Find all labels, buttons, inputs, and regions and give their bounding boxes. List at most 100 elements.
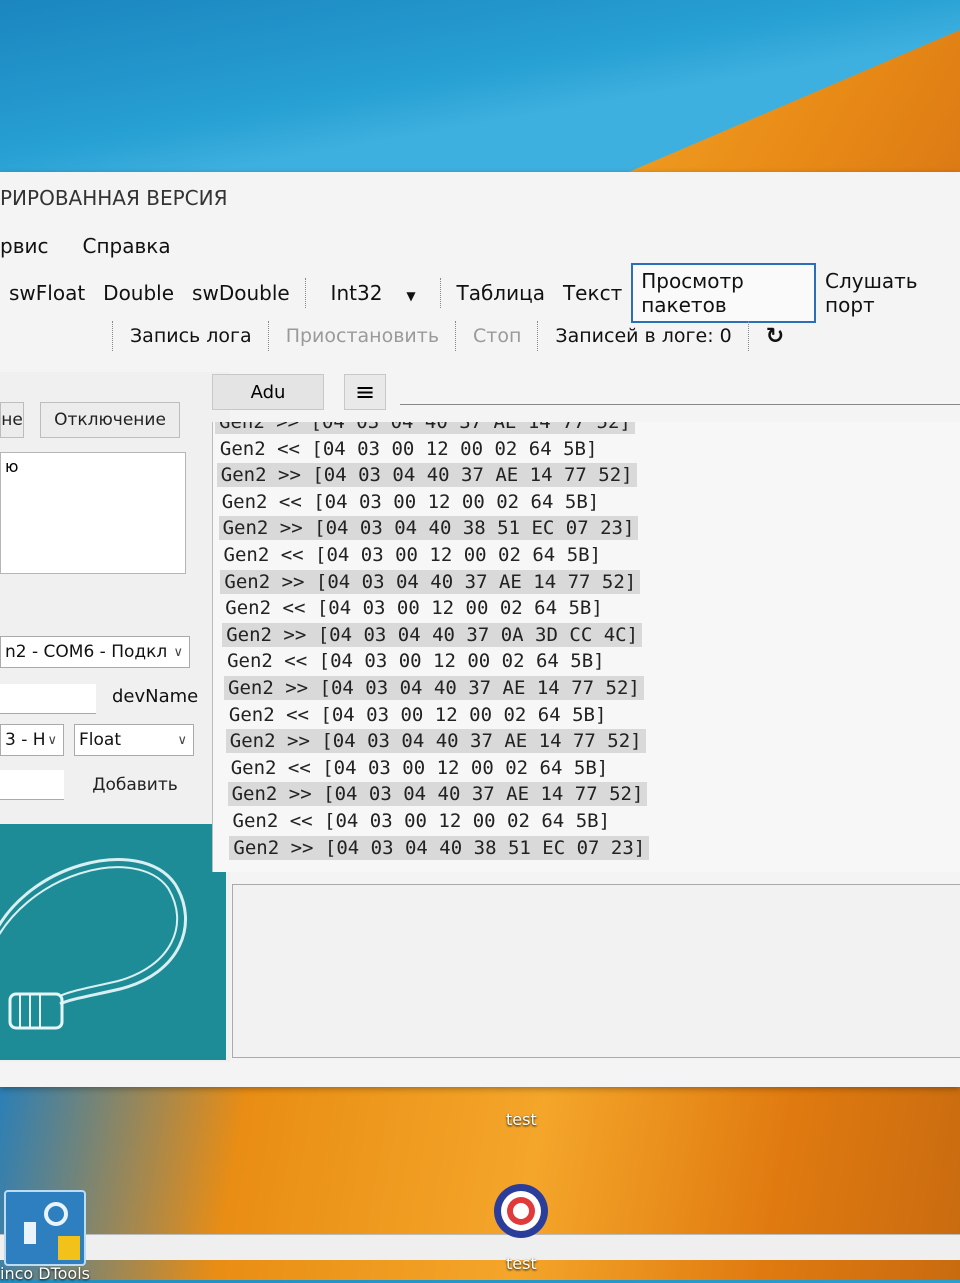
- log-bytes: [04 03 00 12 00 02 64 5B]: [316, 597, 603, 620]
- chevron-down-icon: ∨: [173, 644, 183, 660]
- menu-bar: рвис Справка: [0, 234, 171, 258]
- log-direction: >>: [275, 730, 322, 753]
- record-log-button[interactable]: Запись лога: [120, 325, 262, 347]
- log-source: Gen2: [219, 422, 265, 433]
- log-source: Gen2: [219, 437, 266, 460]
- stop-button[interactable]: Стоп: [463, 325, 531, 347]
- app-window: РИРОВАННАЯ ВЕРСИЯ рвис Справка swFloat D…: [0, 172, 960, 1260]
- tab-listen-port[interactable]: Слушать порт: [816, 269, 960, 317]
- tab-text[interactable]: Текст: [554, 281, 631, 305]
- disconnect-button[interactable]: Отключение: [40, 402, 180, 438]
- log-row: Gen2 >> [04 03 04 40 38 51 EC 07 23]: [229, 835, 650, 860]
- devname-label: devName: [112, 686, 199, 707]
- log-row: Gen2 << [04 03 00 12 00 02 64 5B]: [220, 543, 606, 567]
- log-bytes: [04 03 04 40 37 AE 14 77 52]: [323, 783, 644, 806]
- log-bytes: [04 03 04 40 37 0A 3D CC 4C]: [317, 623, 639, 646]
- log-direction: <<: [267, 490, 314, 513]
- toolbar-format: swFloat Double swDouble Int32 ▼ Таблица Т…: [0, 263, 960, 323]
- toolbar-separator: [267, 321, 270, 351]
- log-row: Gen2 >> [04 03 04 40 38 51 EC 07 23]: [218, 516, 639, 541]
- log-source: Gen2: [232, 810, 279, 832]
- log-bytes: [04 03 00 12 00 02 64 5B]: [322, 756, 609, 779]
- log-source: Gen2: [233, 836, 280, 859]
- log-direction: >>: [279, 836, 325, 859]
- toolbar-separator: [537, 321, 539, 351]
- log-row: Gen2 >> [04 03 04 40 37 0A 3D CC 4C]: [222, 622, 643, 647]
- log-source: Gen2: [230, 756, 277, 779]
- tab-packet-view[interactable]: Просмотр пакетов: [631, 263, 817, 323]
- log-source: Gen2: [220, 464, 267, 487]
- cable-illustration: [0, 858, 187, 1030]
- log-bytes: [04 03 04 40 37 AE 14 77 52]: [312, 464, 633, 487]
- packet-tab-bar: Adu ≡: [212, 374, 960, 410]
- log-source: Gen2: [226, 623, 272, 646]
- int32-dropdown[interactable]: Int32 ▼: [313, 281, 434, 305]
- log-direction: >>: [270, 570, 316, 593]
- log-source: Gen2: [224, 570, 271, 593]
- tab-adu[interactable]: Adu: [212, 374, 324, 410]
- window-title: РИРОВАННАЯ ВЕРСИЯ: [0, 186, 228, 210]
- refresh-icon[interactable]: ↻: [756, 324, 794, 349]
- log-bytes: [04 03 00 12 00 02 64 5B]: [318, 650, 605, 673]
- connect-button[interactable]: не: [0, 402, 24, 438]
- log-row: Gen2 >> [04 03 04 40 37 AE 14 77 52]: [224, 676, 644, 700]
- format-swfloat[interactable]: swFloat: [0, 281, 94, 305]
- log-bytes: [04 03 04 40 37 AE 14 77 52]: [321, 730, 642, 753]
- log-direction: <<: [278, 810, 325, 832]
- desktop-wallpaper-top: [0, 0, 960, 180]
- log-bytes: [04 03 04 40 37 AE 14 77 52]: [315, 570, 637, 593]
- tab-table[interactable]: Таблица: [448, 281, 554, 305]
- pause-button[interactable]: Приостановить: [276, 325, 449, 347]
- tab-underline: [400, 404, 960, 405]
- log-source: Gen2: [227, 650, 273, 673]
- chevron-down-icon: ∨: [177, 732, 187, 748]
- log-row: Gen2 << [04 03 00 12 00 02 64 5B]: [216, 437, 602, 461]
- devname-input[interactable]: [0, 684, 96, 714]
- log-row: Gen2 >> [04 03 04 40 37 AE 14 77 52]: [225, 729, 646, 754]
- add-button[interactable]: Добавить: [80, 770, 190, 800]
- log-bytes: [04 03 04 40 37 AE 14 77 52]: [310, 422, 631, 433]
- menu-service[interactable]: рвис: [0, 234, 48, 258]
- log-bytes: [04 03 00 12 00 02 64 5B]: [311, 437, 598, 460]
- toolbar-separator: [304, 278, 307, 308]
- port-select-value: n2 - COM6 - Подкл: [5, 642, 168, 662]
- desktop-label-test-top: test: [506, 1110, 537, 1129]
- output-panel: [232, 884, 960, 1058]
- register-select[interactable]: 3 - H ∨: [0, 724, 64, 756]
- type-select-value: Float: [79, 730, 121, 750]
- log-source: Gen2: [228, 677, 274, 699]
- int32-label: Int32: [330, 281, 383, 305]
- log-row: Gen2 >> [04 03 04 40 37 AE 14 77 52]: [215, 422, 635, 434]
- log-source: Gen2: [221, 490, 268, 513]
- log-row: Gen2 << [04 03 00 12 00 02 64 5B]: [221, 596, 607, 620]
- log-direction: <<: [276, 756, 323, 779]
- format-swdouble[interactable]: swDouble: [183, 281, 299, 305]
- log-direction: >>: [271, 623, 318, 646]
- info-box: ю: [0, 452, 186, 574]
- type-select[interactable]: Float ∨: [74, 724, 194, 756]
- log-source: Gen2: [231, 783, 278, 806]
- log-row: Gen2 << [04 03 00 12 00 02 64 5B]: [225, 703, 611, 727]
- log-source: Gen2: [222, 517, 269, 540]
- log-direction: >>: [277, 783, 324, 806]
- test-app-icon[interactable]: [490, 1180, 552, 1242]
- log-direction: >>: [266, 464, 313, 487]
- log-direction: >>: [264, 422, 311, 433]
- log-row: Gen2 >> [04 03 04 40 37 AE 14 77 52]: [220, 569, 641, 594]
- address-input[interactable]: [0, 770, 64, 800]
- menu-help[interactable]: Справка: [82, 234, 170, 258]
- log-bytes: [04 03 00 12 00 02 64 5B]: [313, 490, 600, 513]
- inco-dtools-icon[interactable]: [4, 1190, 86, 1266]
- chevron-down-icon: ▼: [406, 289, 416, 303]
- log-direction: <<: [269, 544, 316, 566]
- format-double[interactable]: Double: [94, 281, 183, 305]
- log-source: Gen2: [223, 544, 270, 566]
- port-select[interactable]: n2 - COM6 - Подкл ∨: [0, 636, 190, 668]
- packet-log[interactable]: Gen2 >> [04 03 04 40 37 AE 14 77 52] Gen2…: [212, 422, 960, 872]
- log-row: Gen2 << [04 03 00 12 00 02 64 5B]: [227, 756, 613, 780]
- chevron-down-icon: ∨: [47, 732, 57, 748]
- log-direction: <<: [265, 437, 312, 460]
- hamburger-menu-icon[interactable]: ≡: [344, 374, 386, 410]
- toolbar-separator: [439, 278, 442, 308]
- log-direction: <<: [271, 597, 317, 620]
